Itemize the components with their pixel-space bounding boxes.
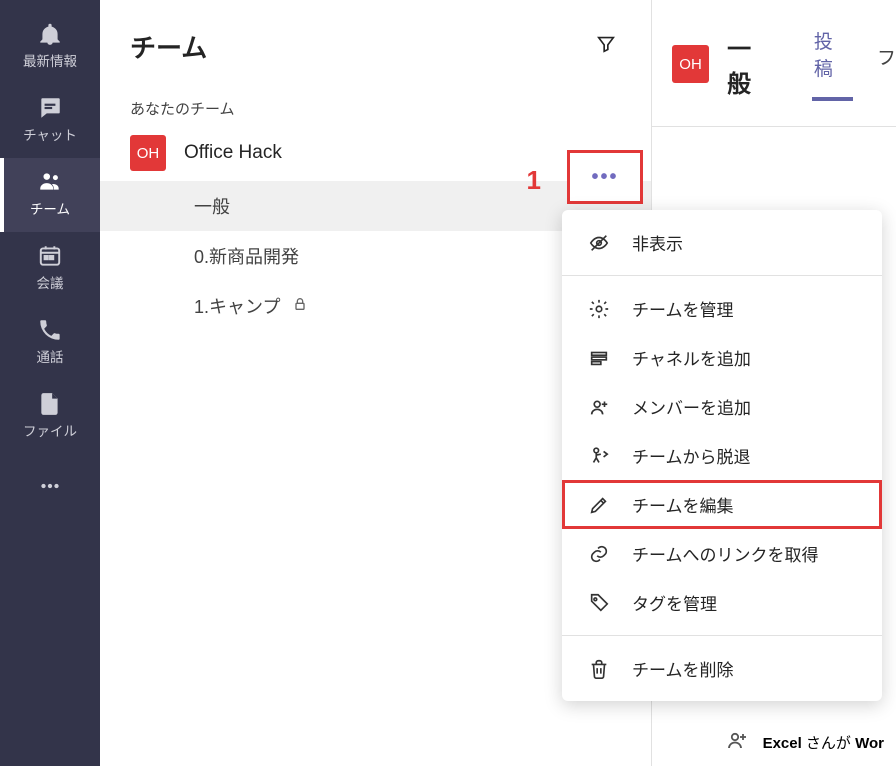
eye-off-icon	[588, 232, 610, 254]
team-context-menu: 非表示 チームを管理 チャネルを追加 メンバーを追加 チームから脱退 チームを編…	[562, 210, 882, 701]
rail-label-calendar: 会議	[37, 272, 64, 292]
more-horizontal-icon: •••	[591, 166, 618, 189]
menu-hide[interactable]: 非表示	[562, 218, 882, 267]
rail-activity[interactable]: 最新情報	[0, 10, 100, 84]
bottom-activity-row: Excel さんが Wor	[652, 728, 890, 756]
teams-pane-title: チーム	[130, 28, 207, 65]
rail-label-calls: 通話	[37, 346, 64, 366]
gear-icon	[588, 298, 610, 320]
rail-calls[interactable]: 通話	[0, 306, 100, 380]
menu-manage-tags[interactable]: タグを管理	[562, 578, 882, 627]
rail-files[interactable]: ファイル	[0, 380, 100, 454]
menu-label: チャネルを追加	[632, 345, 751, 370]
rail-teams[interactable]: チーム	[0, 158, 100, 232]
menu-separator	[562, 275, 882, 276]
channel-title: 一般	[727, 29, 774, 99]
menu-get-link[interactable]: チームへのリンクを取得	[562, 529, 882, 578]
chat-icon	[36, 94, 64, 122]
menu-add-channel[interactable]: チャネルを追加	[562, 333, 882, 382]
rail-label-teams: チーム	[30, 198, 70, 218]
trash-icon	[588, 658, 610, 680]
rail-chat[interactable]: チャット	[0, 84, 100, 158]
calendar-icon	[36, 242, 64, 270]
menu-manage-team[interactable]: チームを管理	[562, 284, 882, 333]
pencil-icon	[588, 494, 610, 516]
menu-label: チームを削除	[632, 656, 734, 681]
teams-icon	[36, 168, 64, 196]
person-add-icon	[588, 396, 610, 418]
channel-label: 一般	[194, 193, 230, 219]
tab-posts[interactable]: 投稿	[812, 27, 853, 101]
menu-separator	[562, 635, 882, 636]
bottom-excel: Excel	[763, 735, 802, 752]
leave-icon	[588, 445, 610, 467]
team-name: Office Hack	[184, 142, 282, 164]
menu-label: チームから脱退	[632, 443, 751, 468]
team-more-button[interactable]: •••	[567, 150, 643, 204]
file-icon	[36, 390, 64, 418]
menu-label: メンバーを追加	[632, 394, 751, 419]
rail-label-chat: チャット	[23, 124, 77, 144]
menu-delete-team[interactable]: チームを削除	[562, 644, 882, 693]
channel-avatar: OH	[672, 45, 709, 83]
add-member-icon[interactable]	[725, 728, 749, 756]
app-rail: 最新情報 チャット チーム 会議 通話	[0, 0, 100, 766]
channel-label: 1.キャンプ	[194, 293, 280, 319]
menu-label: 非表示	[632, 230, 683, 255]
team-avatar: OH	[130, 135, 166, 171]
tag-icon	[588, 592, 610, 614]
bottom-san: さんが	[802, 735, 855, 752]
filter-button[interactable]	[591, 29, 621, 64]
rail-more[interactable]	[0, 462, 100, 516]
channel-label: 0.新商品開発	[194, 243, 299, 269]
menu-label: チームを編集	[632, 492, 734, 517]
link-icon	[588, 543, 610, 565]
menu-label: タグを管理	[632, 590, 717, 615]
rail-label-files: ファイル	[23, 420, 77, 440]
menu-edit-team[interactable]: チームを編集	[562, 480, 882, 529]
teams-section-label: あなたのチーム	[100, 90, 651, 125]
menu-add-member[interactable]: メンバーを追加	[562, 382, 882, 431]
bell-icon	[36, 20, 64, 48]
menu-label: チームを管理	[632, 296, 734, 321]
lock-icon	[292, 296, 308, 317]
bottom-word: Wor	[855, 735, 884, 752]
channel-add-icon	[588, 347, 610, 369]
menu-label: チームへのリンクを取得	[632, 541, 819, 566]
rail-calendar[interactable]: 会議	[0, 232, 100, 306]
callout-number-1: 1	[527, 165, 541, 196]
phone-icon	[36, 316, 64, 344]
tab-next[interactable]: フ	[871, 43, 896, 86]
rail-label-activity: 最新情報	[23, 50, 77, 70]
more-horizontal-icon	[36, 472, 64, 500]
menu-leave-team[interactable]: チームから脱退	[562, 431, 882, 480]
